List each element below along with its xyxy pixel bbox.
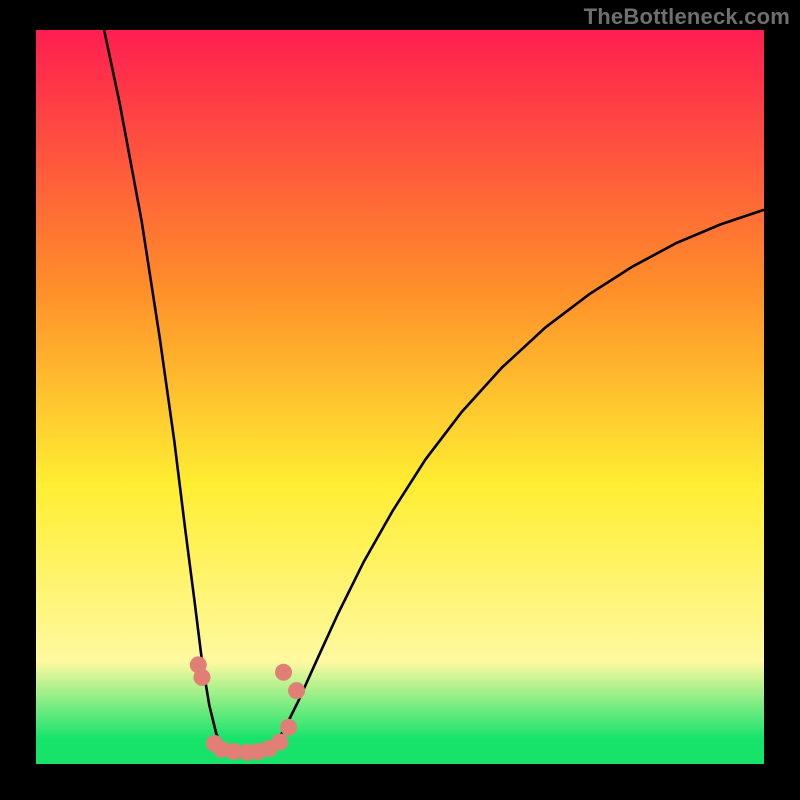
salmon-marker-group [190, 656, 305, 760]
salmon-marker [275, 664, 292, 681]
salmon-marker [280, 719, 297, 736]
watermark-text: TheBottleneck.com [584, 4, 790, 30]
chart-stage: TheBottleneck.com [0, 0, 800, 800]
right-branch-curve [254, 210, 764, 757]
curves-layer [36, 30, 764, 764]
plot-area [36, 30, 764, 764]
left-branch-curve [98, 1, 273, 757]
salmon-marker [194, 669, 211, 686]
salmon-marker [271, 734, 288, 751]
salmon-marker [288, 682, 305, 699]
